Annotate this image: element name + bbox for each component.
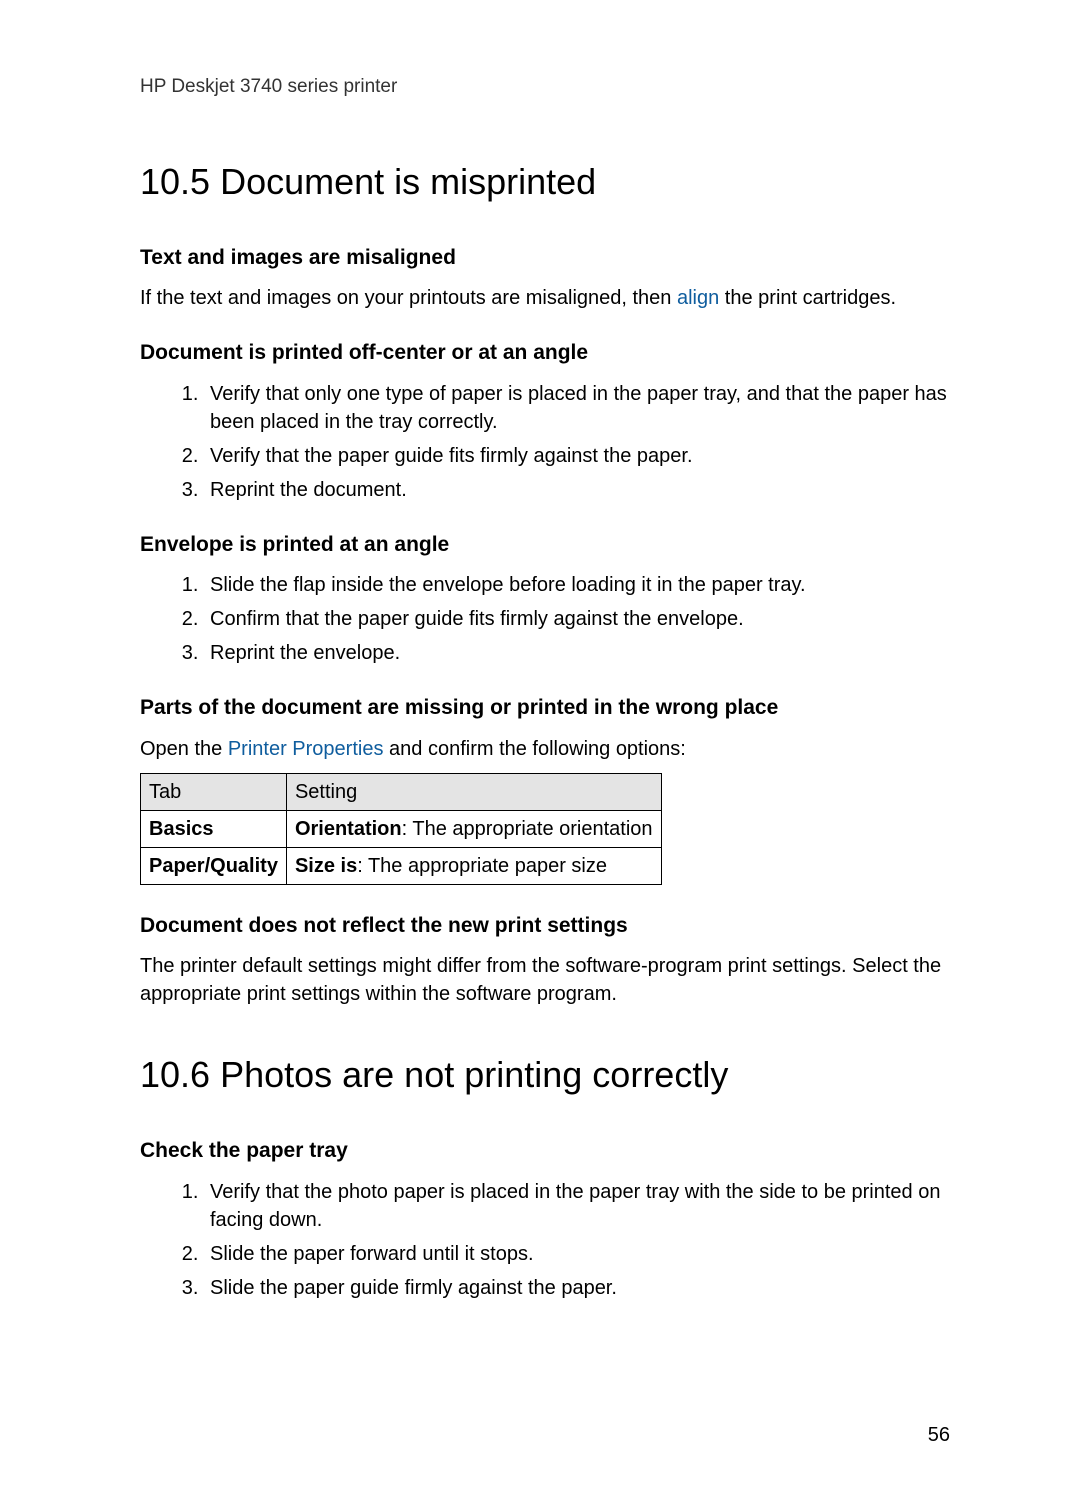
subheading-not-reflect: Document does not reflect the new print … [140,911,950,940]
subheading-check-tray: Check the paper tray [140,1136,950,1165]
text-post: the print cartridges. [719,287,896,309]
subheading-envelope: Envelope is printed at an angle [140,530,950,559]
steps-offcenter: Verify that only one type of paper is pl… [140,380,950,504]
paragraph-misaligned: If the text and images on your printouts… [140,284,950,312]
page-number: 56 [928,1421,950,1449]
list-item: Slide the paper guide firmly against the… [204,1274,950,1302]
section-heading-10-5: 10.5 Document is misprinted [140,157,950,207]
settings-table: Tab Setting Basics Orientation: The appr… [140,773,662,885]
setting-label: Orientation [295,818,402,840]
setting-rest: : The appropriate paper size [357,855,607,877]
steps-envelope: Slide the flap inside the envelope befor… [140,571,950,667]
list-item: Reprint the document. [204,476,950,504]
table-cell-tab: Paper/Quality [141,847,287,884]
setting-rest: : The appropriate orientation [402,818,653,840]
list-item: Verify that the photo paper is placed in… [204,1178,950,1234]
table-cell-setting: Size is: The appropriate paper size [286,847,661,884]
list-item: Slide the flap inside the envelope befor… [204,571,950,599]
table-row: Basics Orientation: The appropriate orie… [141,810,662,847]
table-cell-tab: Basics [141,810,287,847]
text-pre: If the text and images on your printouts… [140,287,677,309]
table-row: Paper/Quality Size is: The appropriate p… [141,847,662,884]
paragraph-not-reflect: The printer default settings might diffe… [140,952,950,1008]
subheading-parts-missing: Parts of the document are missing or pri… [140,693,950,722]
subheading-offcenter: Document is printed off-center or at an … [140,338,950,367]
subheading-misaligned: Text and images are misaligned [140,243,950,272]
text-post: and confirm the following options: [383,738,685,760]
list-item: Reprint the envelope. [204,639,950,667]
list-item: Verify that the paper guide fits firmly … [204,442,950,470]
link-align[interactable]: align [677,287,719,309]
table-header-row: Tab Setting [141,773,662,810]
list-item: Confirm that the paper guide fits firmly… [204,605,950,633]
setting-label: Size is [295,855,357,877]
paragraph-parts-missing: Open the Printer Properties and confirm … [140,735,950,763]
text-pre: Open the [140,738,228,760]
list-item: Verify that only one type of paper is pl… [204,380,950,436]
steps-check-tray: Verify that the photo paper is placed in… [140,1178,950,1302]
document-header: HP Deskjet 3740 series printer [140,74,950,101]
section-heading-10-6: 10.6 Photos are not printing correctly [140,1050,950,1100]
table-header-tab: Tab [141,773,287,810]
list-item: Slide the paper forward until it stops. [204,1240,950,1268]
table-cell-setting: Orientation: The appropriate orientation [286,810,661,847]
link-printer-properties[interactable]: Printer Properties [228,738,384,760]
table-header-setting: Setting [286,773,661,810]
